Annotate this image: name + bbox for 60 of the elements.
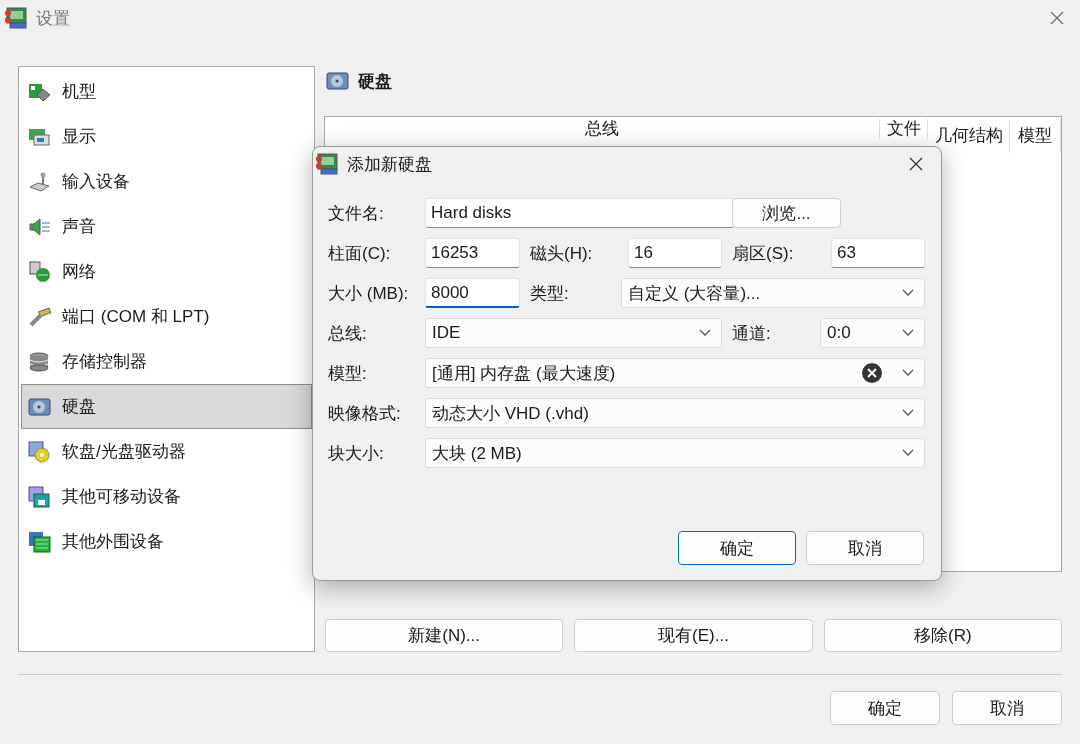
browse-button[interactable]: 浏览... <box>732 198 841 228</box>
chevron-down-icon <box>902 369 914 377</box>
input-field[interactable]: 8000 <box>425 278 520 308</box>
disk-action-button[interactable]: 现有(E)... <box>574 619 813 652</box>
dropdown[interactable]: 自定义 (大容量)... <box>621 278 925 308</box>
field-label: 块大小: <box>328 442 385 465</box>
sidebar-item[interactable]: 端口 (COM 和 LPT) <box>21 294 312 339</box>
dropdown[interactable]: 大块 (2 MB) <box>425 438 925 468</box>
dropdown[interactable]: 动态大小 VHD (.vhd) <box>425 398 925 428</box>
field-label: 总线: <box>328 322 368 345</box>
input-field[interactable]: 16253 <box>425 238 520 268</box>
sidebar-item[interactable]: 其他外围设备 <box>21 519 312 564</box>
plug-icon <box>28 305 52 328</box>
chevron-down-icon <box>902 449 914 457</box>
field-label: 大小 (MB): <box>328 282 410 305</box>
input-field[interactable]: Hard disks <box>425 198 734 228</box>
field-label: 文件名: <box>328 202 385 225</box>
dropdown[interactable]: [通用] 内存盘 (最大速度) <box>425 358 925 388</box>
chevron-down-icon <box>699 329 711 337</box>
disk-action-button[interactable]: 新建(N)... <box>325 619 564 652</box>
sidebar-item[interactable]: 网络 <box>21 249 312 294</box>
field-label: 模型: <box>328 362 368 385</box>
speaker-icon <box>28 215 52 238</box>
field-label: 类型: <box>529 282 570 305</box>
disk-action-button[interactable]: 移除(R) <box>823 619 1062 652</box>
input-field[interactable]: 16 <box>628 238 722 268</box>
sidebar-item[interactable]: 软盘/光盘驱动器 <box>21 429 312 474</box>
close-icon[interactable] <box>909 157 923 171</box>
input-field[interactable]: 63 <box>831 238 925 268</box>
field-label: 扇区(S): <box>731 242 795 265</box>
removable-drive-icon <box>28 485 52 508</box>
close-icon[interactable] <box>1050 11 1064 25</box>
sidebar-item[interactable]: 显示 <box>21 114 312 159</box>
dialog-button[interactable]: 取消 <box>806 531 924 565</box>
sidebar-item[interactable]: 其他可移动设备 <box>21 474 312 519</box>
circuit-grid-icon <box>28 530 52 553</box>
chevron-down-icon <box>902 409 914 417</box>
sidebar-item[interactable]: 输入设备 <box>21 159 312 204</box>
app-icon <box>4 7 28 29</box>
dropdown[interactable]: 0:0 <box>820 318 925 348</box>
field-label: 磁头(H): <box>529 242 594 265</box>
sidebar-item[interactable]: 声音 <box>21 204 312 249</box>
window-title: 设置 <box>36 7 70 30</box>
cd-drive-icon <box>28 440 52 463</box>
dialog-button[interactable]: 确定 <box>830 691 940 725</box>
app-icon <box>315 153 339 175</box>
section-title: 硬盘 <box>358 70 392 93</box>
sidebar-item[interactable]: 机型 <box>21 69 312 114</box>
dialog-title: 添加新硬盘 <box>347 153 432 176</box>
chevron-down-icon <box>902 329 914 337</box>
field-label: 柱面(C): <box>328 242 392 265</box>
clear-icon[interactable] <box>862 363 882 383</box>
joystick-icon <box>28 170 52 193</box>
dialog-button[interactable]: 取消 <box>952 691 1062 725</box>
chevron-down-icon <box>902 289 914 297</box>
field-label: 映像格式: <box>328 402 402 425</box>
sidebar-item[interactable]: 存储控制器 <box>21 339 312 384</box>
sidebar-item[interactable]: 硬盘 <box>21 384 312 429</box>
dropdown[interactable]: IDE <box>425 318 722 348</box>
dialog-button[interactable]: 确定 <box>678 531 796 565</box>
